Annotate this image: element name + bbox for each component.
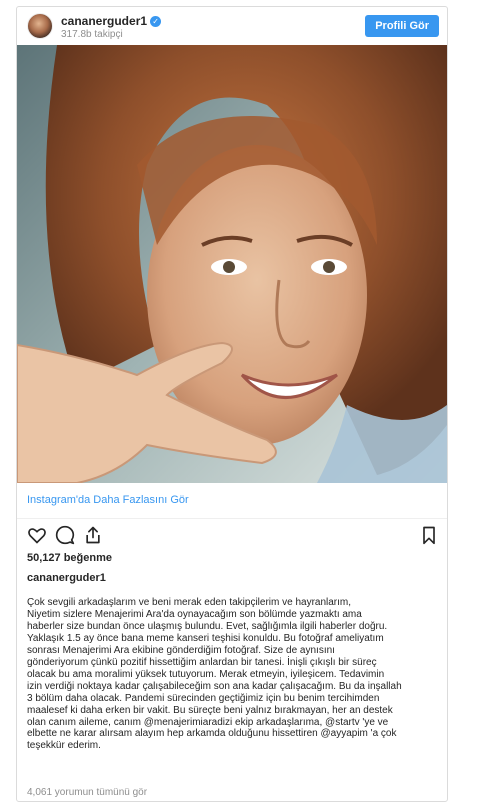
caption-line: Niyetim sizlere Menajerimi Ara'da oynaya… — [27, 608, 362, 620]
action-bar — [17, 519, 447, 551]
post-caption: Çok sevgili arkadaşlarım ve beni merak e… — [27, 597, 437, 752]
caption-line: haberler size bundan önce ulaşmış bulund… — [27, 620, 388, 632]
caption-line: olan canım aileme, canım @menajerimiarad… — [27, 716, 389, 728]
caption-line: teşekkür ederim. — [27, 740, 101, 752]
caption-line: 3 bölüm daha olacak. Pandemi sürecinden … — [27, 692, 380, 704]
avatar[interactable] — [27, 13, 53, 39]
caption-line: olacak bu ama moralimi yüksek tutuyorum.… — [27, 668, 385, 680]
caption-line: gönderiyorum çünkü pozitif hissettiğim a… — [27, 656, 377, 668]
view-profile-button[interactable]: Profili Gör — [365, 15, 439, 37]
caption-line: Yaklaşık 1.5 ay önce bana meme kanseri t… — [27, 632, 384, 644]
view-all-comments-link[interactable]: 4,061 yorumun tümünü gör — [27, 787, 147, 798]
caption-line: sonrası Menajerimi Ara ekibine gönderdiğ… — [27, 644, 335, 656]
verified-badge-icon: ✓ — [150, 16, 162, 27]
caption-line: izin verdiği noktaya kadar çalışabileceğ… — [27, 680, 402, 692]
heart-icon[interactable] — [27, 525, 47, 545]
caption-line: elbette ne karar alırsam alayım hep arka… — [27, 728, 397, 740]
caption-line: Çok sevgili arkadaşlarım ve beni merak e… — [27, 597, 352, 608]
view-more-row: Instagram'da Daha Fazlasını Gör — [17, 483, 447, 519]
like-count[interactable]: 50,127 beğenme — [27, 552, 112, 564]
caption-username[interactable]: cananerguder1 — [27, 572, 106, 584]
post-header: cananerguder1 ✓ 317.8b takipçi Profili Gö… — [17, 7, 447, 45]
view-more-on-instagram-link[interactable]: Instagram'da Daha Fazlasını Gör — [27, 494, 189, 506]
comment-icon[interactable] — [55, 525, 75, 545]
instagram-embed: cananerguder1 ✓ 317.8b takipçi Profili Gö… — [16, 6, 448, 802]
caption-line: maalesef ki daha erken bir vakit. Bu sür… — [27, 704, 393, 716]
selfie-photo-icon — [17, 45, 447, 483]
username-text[interactable]: cananerguder1 — [61, 14, 147, 28]
share-icon[interactable] — [83, 525, 103, 545]
bookmark-icon[interactable] — [419, 525, 439, 545]
username[interactable]: cananerguder1 ✓ — [61, 14, 162, 28]
post-image[interactable] — [17, 45, 447, 483]
follower-count: 317.8b takipçi — [61, 29, 123, 40]
